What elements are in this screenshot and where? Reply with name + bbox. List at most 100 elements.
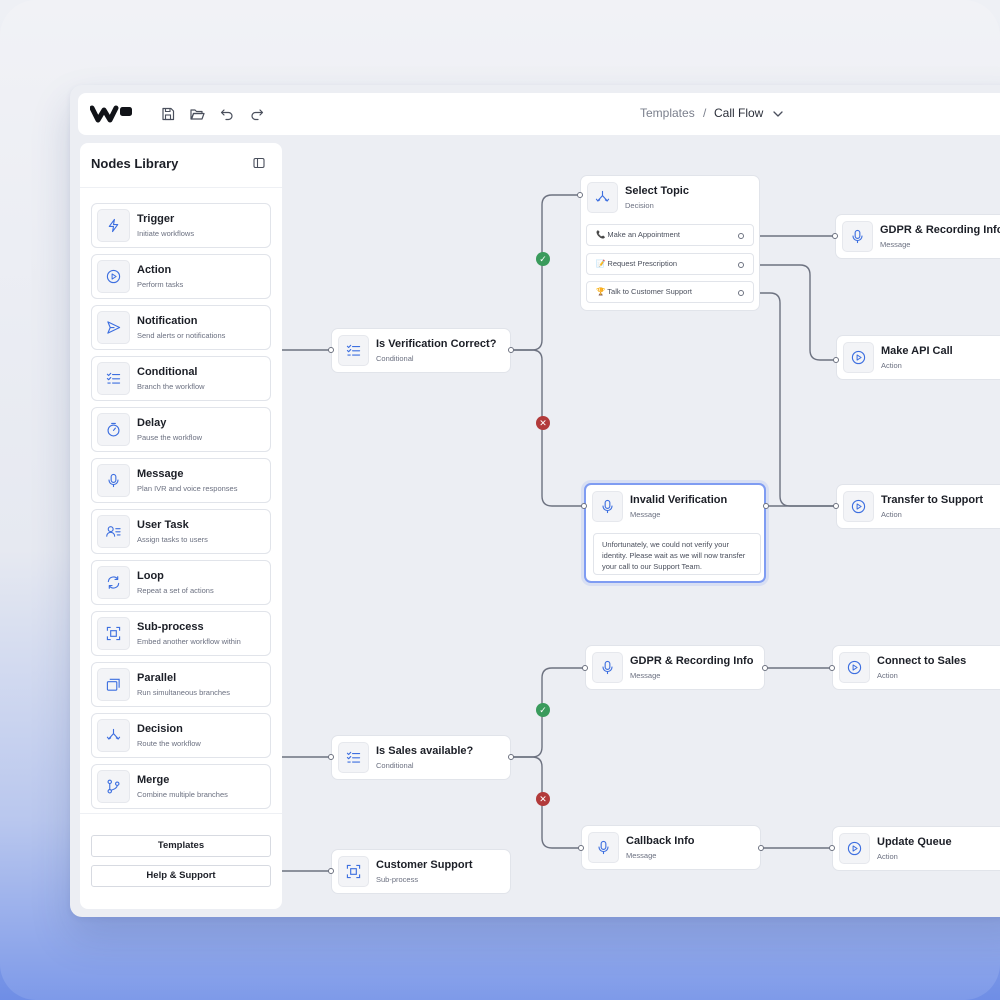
library-item-merge[interactable]: Merge Combine multiple branches (91, 764, 271, 809)
breadcrumb-current[interactable]: Call Flow (714, 106, 763, 120)
microphone-icon (592, 491, 623, 522)
merge-icon (97, 770, 130, 803)
node-type: Sub-process (376, 875, 419, 884)
library-item-loop[interactable]: Loop Repeat a set of actions (91, 560, 271, 605)
input-port[interactable] (328, 347, 334, 353)
node-connect-sales[interactable]: Connect to Sales Action (832, 645, 1000, 690)
library-item-notification[interactable]: Notification Send alerts or notification… (91, 305, 271, 350)
yes-branch-badge: ✓ (536, 252, 550, 266)
node-type: Message (630, 510, 661, 519)
library-item-description: Assign tasks to users (137, 535, 208, 544)
library-item-sub-process[interactable]: Sub-process Embed another workflow withi… (91, 611, 271, 656)
folder-open-icon[interactable] (189, 106, 205, 122)
input-port[interactable] (328, 868, 334, 874)
play-icon (839, 652, 870, 683)
message-preview: Unfortunately, we could not verify your … (593, 533, 761, 575)
library-item-label: Parallel (137, 672, 177, 684)
node-title: Customer Support (376, 859, 473, 871)
library-item-label: Sub-process (137, 621, 204, 633)
library-item-label: Trigger (137, 213, 175, 225)
node-callback-info[interactable]: Callback Info Message (581, 825, 761, 870)
output-port[interactable] (758, 845, 764, 851)
timer-icon (97, 413, 130, 446)
node-sales-available[interactable]: Is Sales available? Conditional (331, 735, 511, 780)
microphone-icon (588, 832, 619, 863)
output-port[interactable] (738, 262, 744, 268)
library-item-delay[interactable]: Delay Pause the workflow (91, 407, 271, 452)
node-gdpr-recording-top[interactable]: GDPR & Recording Info Message (835, 214, 1000, 259)
play-icon (839, 833, 870, 864)
output-port[interactable] (738, 290, 744, 296)
node-customer-support[interactable]: Customer Support Sub-process (331, 849, 511, 894)
node-title: GDPR & Recording Info (880, 224, 1000, 236)
node-verification[interactable]: Is Verification Correct? Conditional (331, 328, 511, 373)
input-port[interactable] (832, 233, 838, 239)
breadcrumb-separator: / (703, 106, 707, 120)
breadcrumb-parent[interactable]: Templates (640, 106, 695, 120)
library-item-description: Repeat a set of actions (137, 586, 214, 595)
library-item-trigger[interactable]: Trigger Initiate workflows (91, 203, 271, 248)
templates-button[interactable]: Templates (91, 835, 271, 857)
node-type: Message (626, 851, 657, 860)
sidebar-toggle-icon[interactable] (253, 157, 265, 169)
node-title: Invalid Verification (630, 494, 728, 506)
library-item-label: Conditional (137, 366, 198, 378)
input-port[interactable] (577, 192, 583, 198)
input-port[interactable] (578, 845, 584, 851)
library-item-description: Perform tasks (137, 280, 184, 289)
undo-icon[interactable] (219, 106, 235, 122)
input-port[interactable] (829, 845, 835, 851)
edge-option-support (743, 292, 836, 507)
library-item-user-task[interactable]: User Task Assign tasks to users (91, 509, 271, 554)
node-title: GDPR & Recording Info (630, 655, 754, 667)
loop-icon (97, 566, 130, 599)
input-port[interactable] (328, 754, 334, 760)
node-type: Conditional (376, 354, 414, 363)
node-invalid-verification[interactable]: Invalid Verification Message Unfortunate… (584, 483, 766, 583)
node-select-topic[interactable]: Select Topic Decision 📞 Make an Appointm… (580, 175, 760, 311)
node-transfer-support[interactable]: Transfer to Support Action (836, 484, 1000, 529)
library-item-decision[interactable]: Decision Route the workflow (91, 713, 271, 758)
output-port[interactable] (763, 503, 769, 509)
input-port[interactable] (829, 665, 835, 671)
output-port[interactable] (508, 754, 514, 760)
input-port[interactable] (582, 665, 588, 671)
library-item-conditional[interactable]: Conditional Branch the workflow (91, 356, 271, 401)
decision-option-support[interactable]: 🏆 Talk to Customer Support (586, 281, 754, 303)
node-update-queue[interactable]: Update Queue Action (832, 826, 1000, 871)
play-icon (97, 260, 130, 293)
node-type: Action (877, 852, 898, 861)
decision-option-prescription[interactable]: 📝 Request Prescription (586, 253, 754, 275)
node-type: Action (877, 671, 898, 680)
input-port[interactable] (833, 503, 839, 509)
node-make-api-call[interactable]: Make API Call Action (836, 335, 1000, 380)
output-port[interactable] (738, 233, 744, 239)
node-title: Is Verification Correct? (376, 338, 497, 350)
checklist-icon (97, 362, 130, 395)
input-port[interactable] (581, 503, 587, 509)
library-item-parallel[interactable]: Parallel Run simultaneous branches (91, 662, 271, 707)
top-bar: Templates / Call Flow (78, 93, 1000, 135)
decision-option-appointment[interactable]: 📞 Make an Appointment (586, 224, 754, 246)
output-port[interactable] (762, 665, 768, 671)
input-port[interactable] (833, 357, 839, 363)
node-type: Message (630, 671, 661, 680)
library-item-label: Merge (137, 774, 170, 786)
node-title: Is Sales available? (376, 745, 474, 757)
save-icon[interactable] (160, 106, 176, 122)
microphone-icon (97, 464, 130, 497)
brand-logo (90, 105, 132, 123)
library-item-description: Pause the workflow (137, 433, 203, 442)
help-support-button[interactable]: Help & Support (91, 865, 271, 887)
checklist-icon (338, 742, 369, 773)
node-gdpr-recording-bottom[interactable]: GDPR & Recording Info Message (585, 645, 765, 690)
divider (80, 187, 282, 188)
library-item-message[interactable]: Message Plan IVR and voice responses (91, 458, 271, 503)
output-port[interactable] (508, 347, 514, 353)
split-icon (97, 719, 130, 752)
play-icon (843, 491, 874, 522)
redo-icon[interactable] (249, 106, 265, 122)
library-item-action[interactable]: Action Perform tasks (91, 254, 271, 299)
chevron-down-icon[interactable] (772, 108, 784, 120)
library-item-description: Combine multiple branches (137, 790, 228, 799)
